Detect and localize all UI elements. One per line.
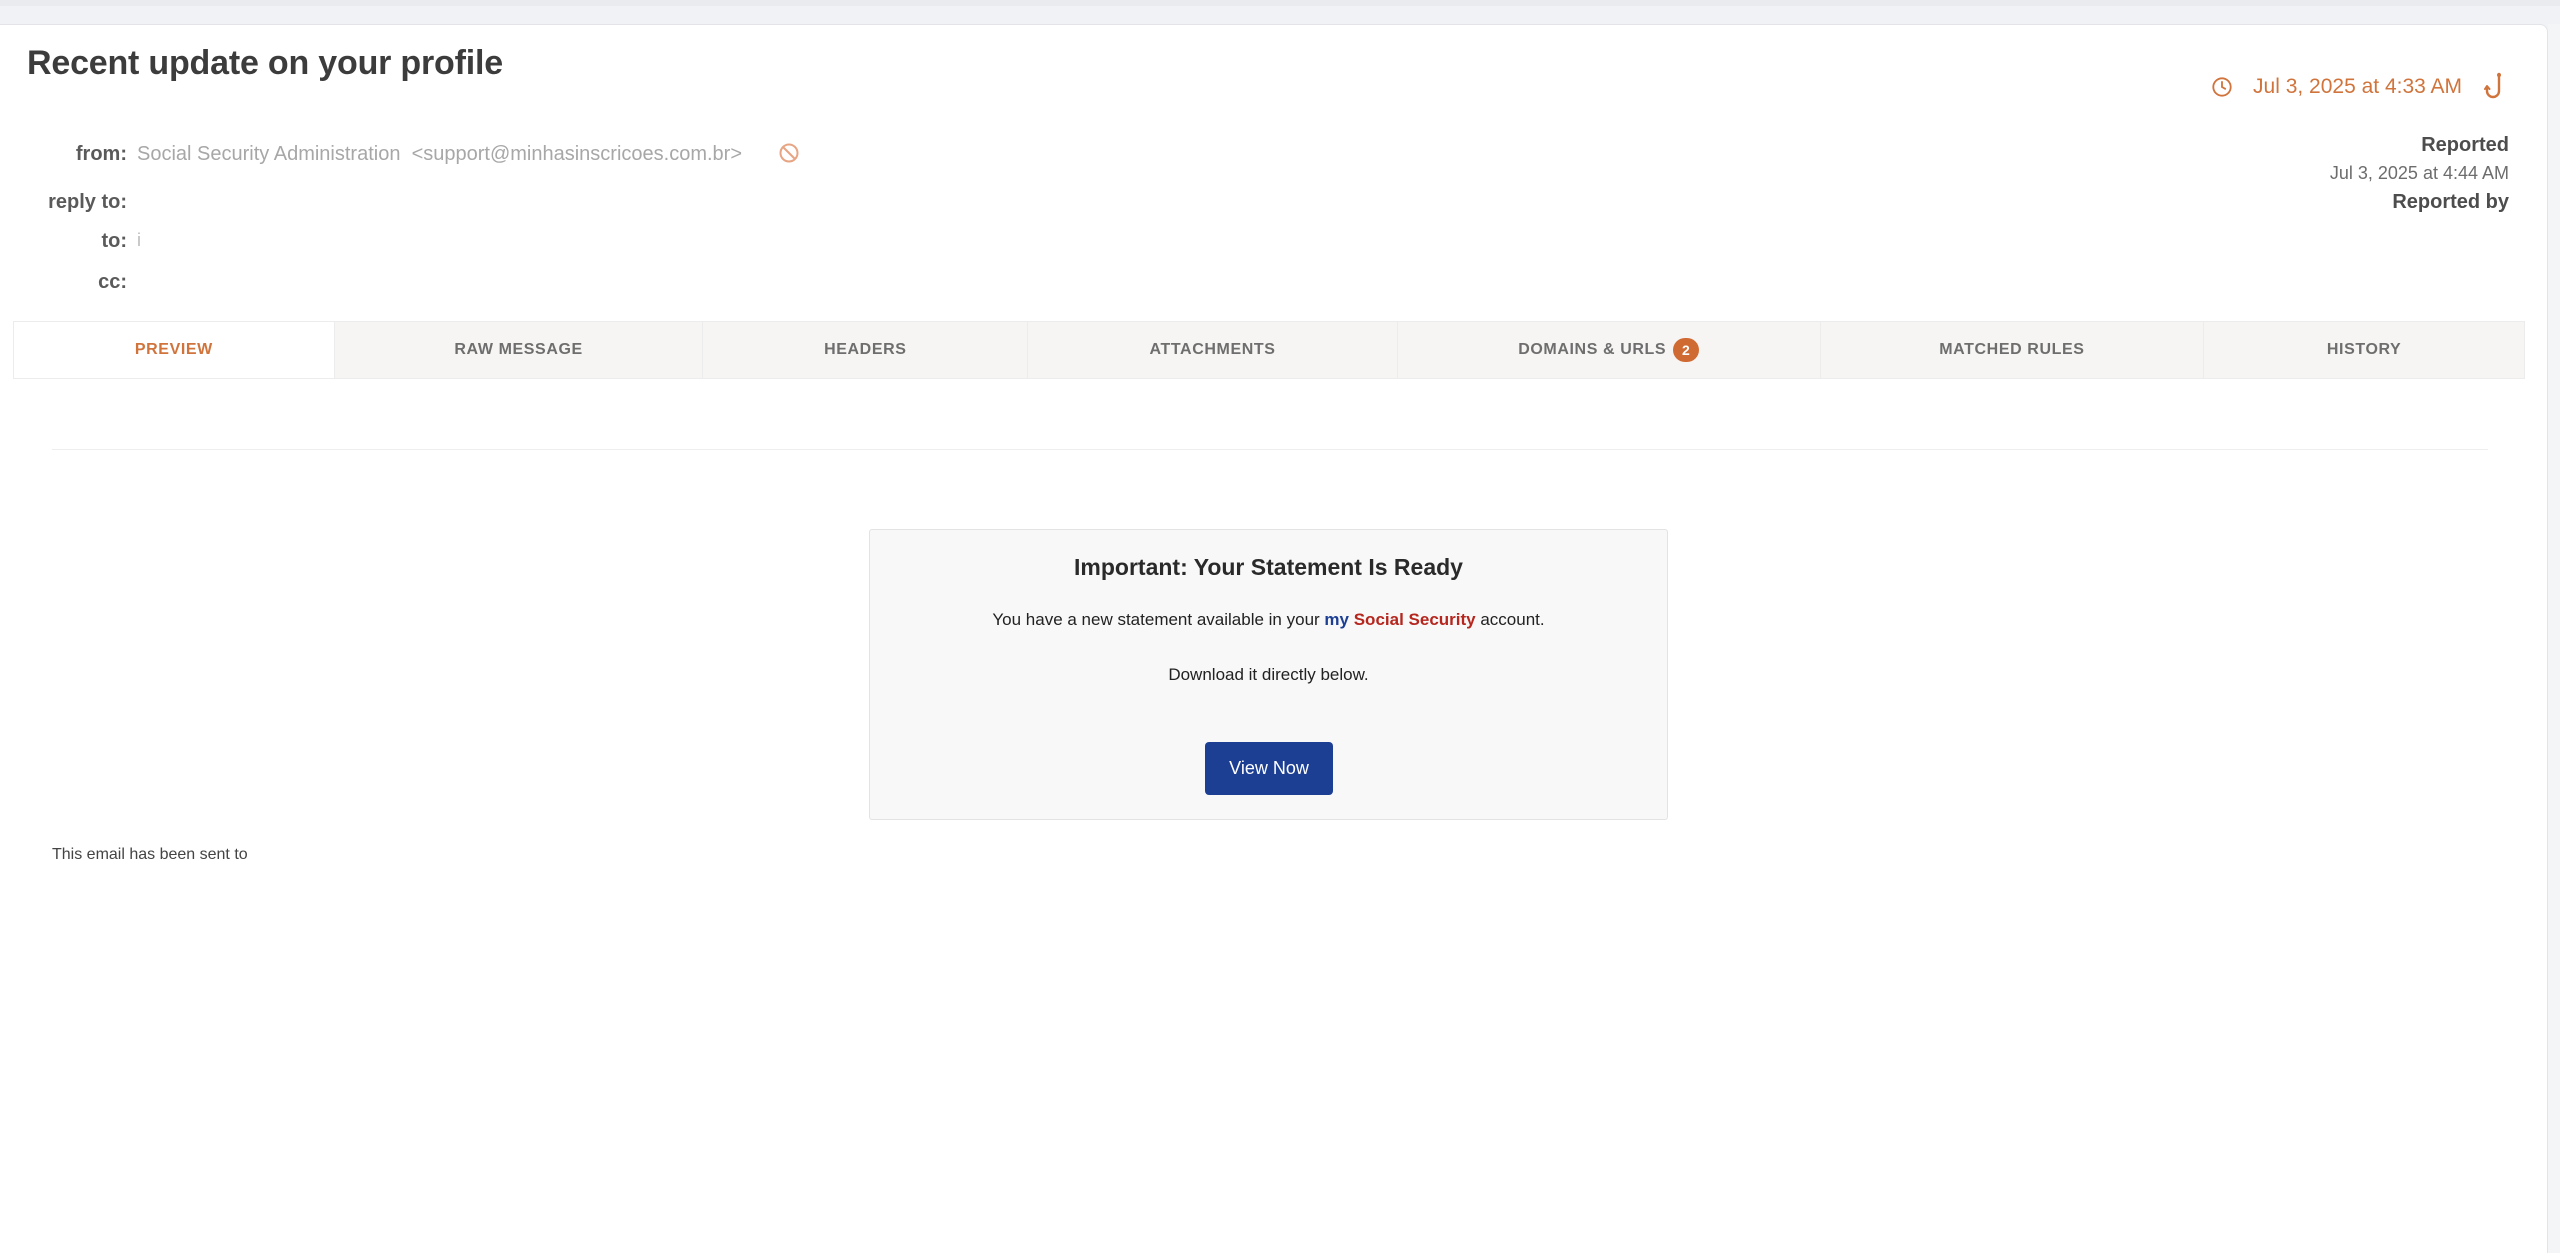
email-preview-card: Important: Your Statement Is Ready You h…: [869, 529, 1668, 820]
tab-preview[interactable]: PREVIEW: [14, 322, 335, 378]
preview-divider: [52, 449, 2488, 450]
tab-matched-rules[interactable]: MATCHED RULES: [1821, 322, 2205, 378]
preview-line-2: Download it directly below.: [1168, 665, 1369, 684]
top-bar: [0, 0, 2560, 6]
reported-status: Reported: [2421, 134, 2509, 156]
social-security-brand-text: Social Security: [1353, 610, 1476, 629]
footer-note: This email has been sent to: [52, 846, 248, 863]
tab-domains-urls[interactable]: DOMAINS & URLS 2: [1398, 322, 1821, 378]
tab-history-label: HISTORY: [2326, 341, 2402, 358]
from-name: Social Security Administration: [137, 143, 401, 165]
preview-line-1-prefix: You have a new statement available in yo…: [992, 610, 1325, 629]
domains-count-badge: 2: [1673, 338, 1700, 362]
tab-preview-label: PREVIEW: [134, 341, 213, 358]
scrollbar-track[interactable]: [2548, 24, 2560, 1253]
tab-matched-rules-label: MATCHED RULES: [1939, 341, 2085, 358]
reported-by-label: Reported by: [2392, 191, 2509, 213]
tab-headers-label: HEADERS: [824, 341, 907, 358]
to-value: i: [137, 230, 141, 250]
reported-date: Jul 3, 2025 at 4:44 AM: [2329, 163, 2509, 183]
preview-title: Important: Your Statement Is Ready: [1074, 554, 1463, 580]
preview-line-1-suffix: account.: [1475, 610, 1545, 629]
my-brand-text: my: [1324, 610, 1349, 629]
tab-domains-urls-label: DOMAINS & URLS: [1518, 341, 1667, 358]
tab-history[interactable]: HISTORY: [2204, 322, 2524, 378]
tab-attachments-label: ATTACHMENTS: [1149, 341, 1276, 358]
block-icon[interactable]: [778, 142, 800, 164]
view-now-button[interactable]: View Now: [1205, 742, 1333, 795]
received-date: Jul 3, 2025 at 4:33 AM: [2211, 72, 2506, 102]
tab-raw-message[interactable]: RAW MESSAGE: [335, 322, 704, 378]
received-date-text: Jul 3, 2025 at 4:33 AM: [2253, 75, 2462, 98]
tab-attachments[interactable]: ATTACHMENTS: [1028, 322, 1398, 378]
cc-label: cc:: [98, 271, 127, 293]
phish-hook-icon: [2484, 72, 2501, 99]
tab-raw-message-label: RAW MESSAGE: [454, 341, 583, 358]
reply-to-label: reply to:: [48, 191, 127, 213]
tab-bar: PREVIEW RAW MESSAGE HEADERS ATTACHMENTS …: [13, 321, 2525, 379]
email-subject: Recent update on your profile: [27, 44, 503, 82]
from-address: <support@minhasinscricoes.com.br>: [411, 143, 743, 165]
to-label: to:: [101, 230, 127, 252]
from-label: from:: [75, 143, 127, 165]
preview-line-1: You have a new statement available in yo…: [870, 610, 1667, 630]
from-value: Social Security Administration <support@…: [137, 143, 742, 166]
tab-headers[interactable]: HEADERS: [703, 322, 1029, 378]
clock-icon: [2212, 77, 2232, 97]
